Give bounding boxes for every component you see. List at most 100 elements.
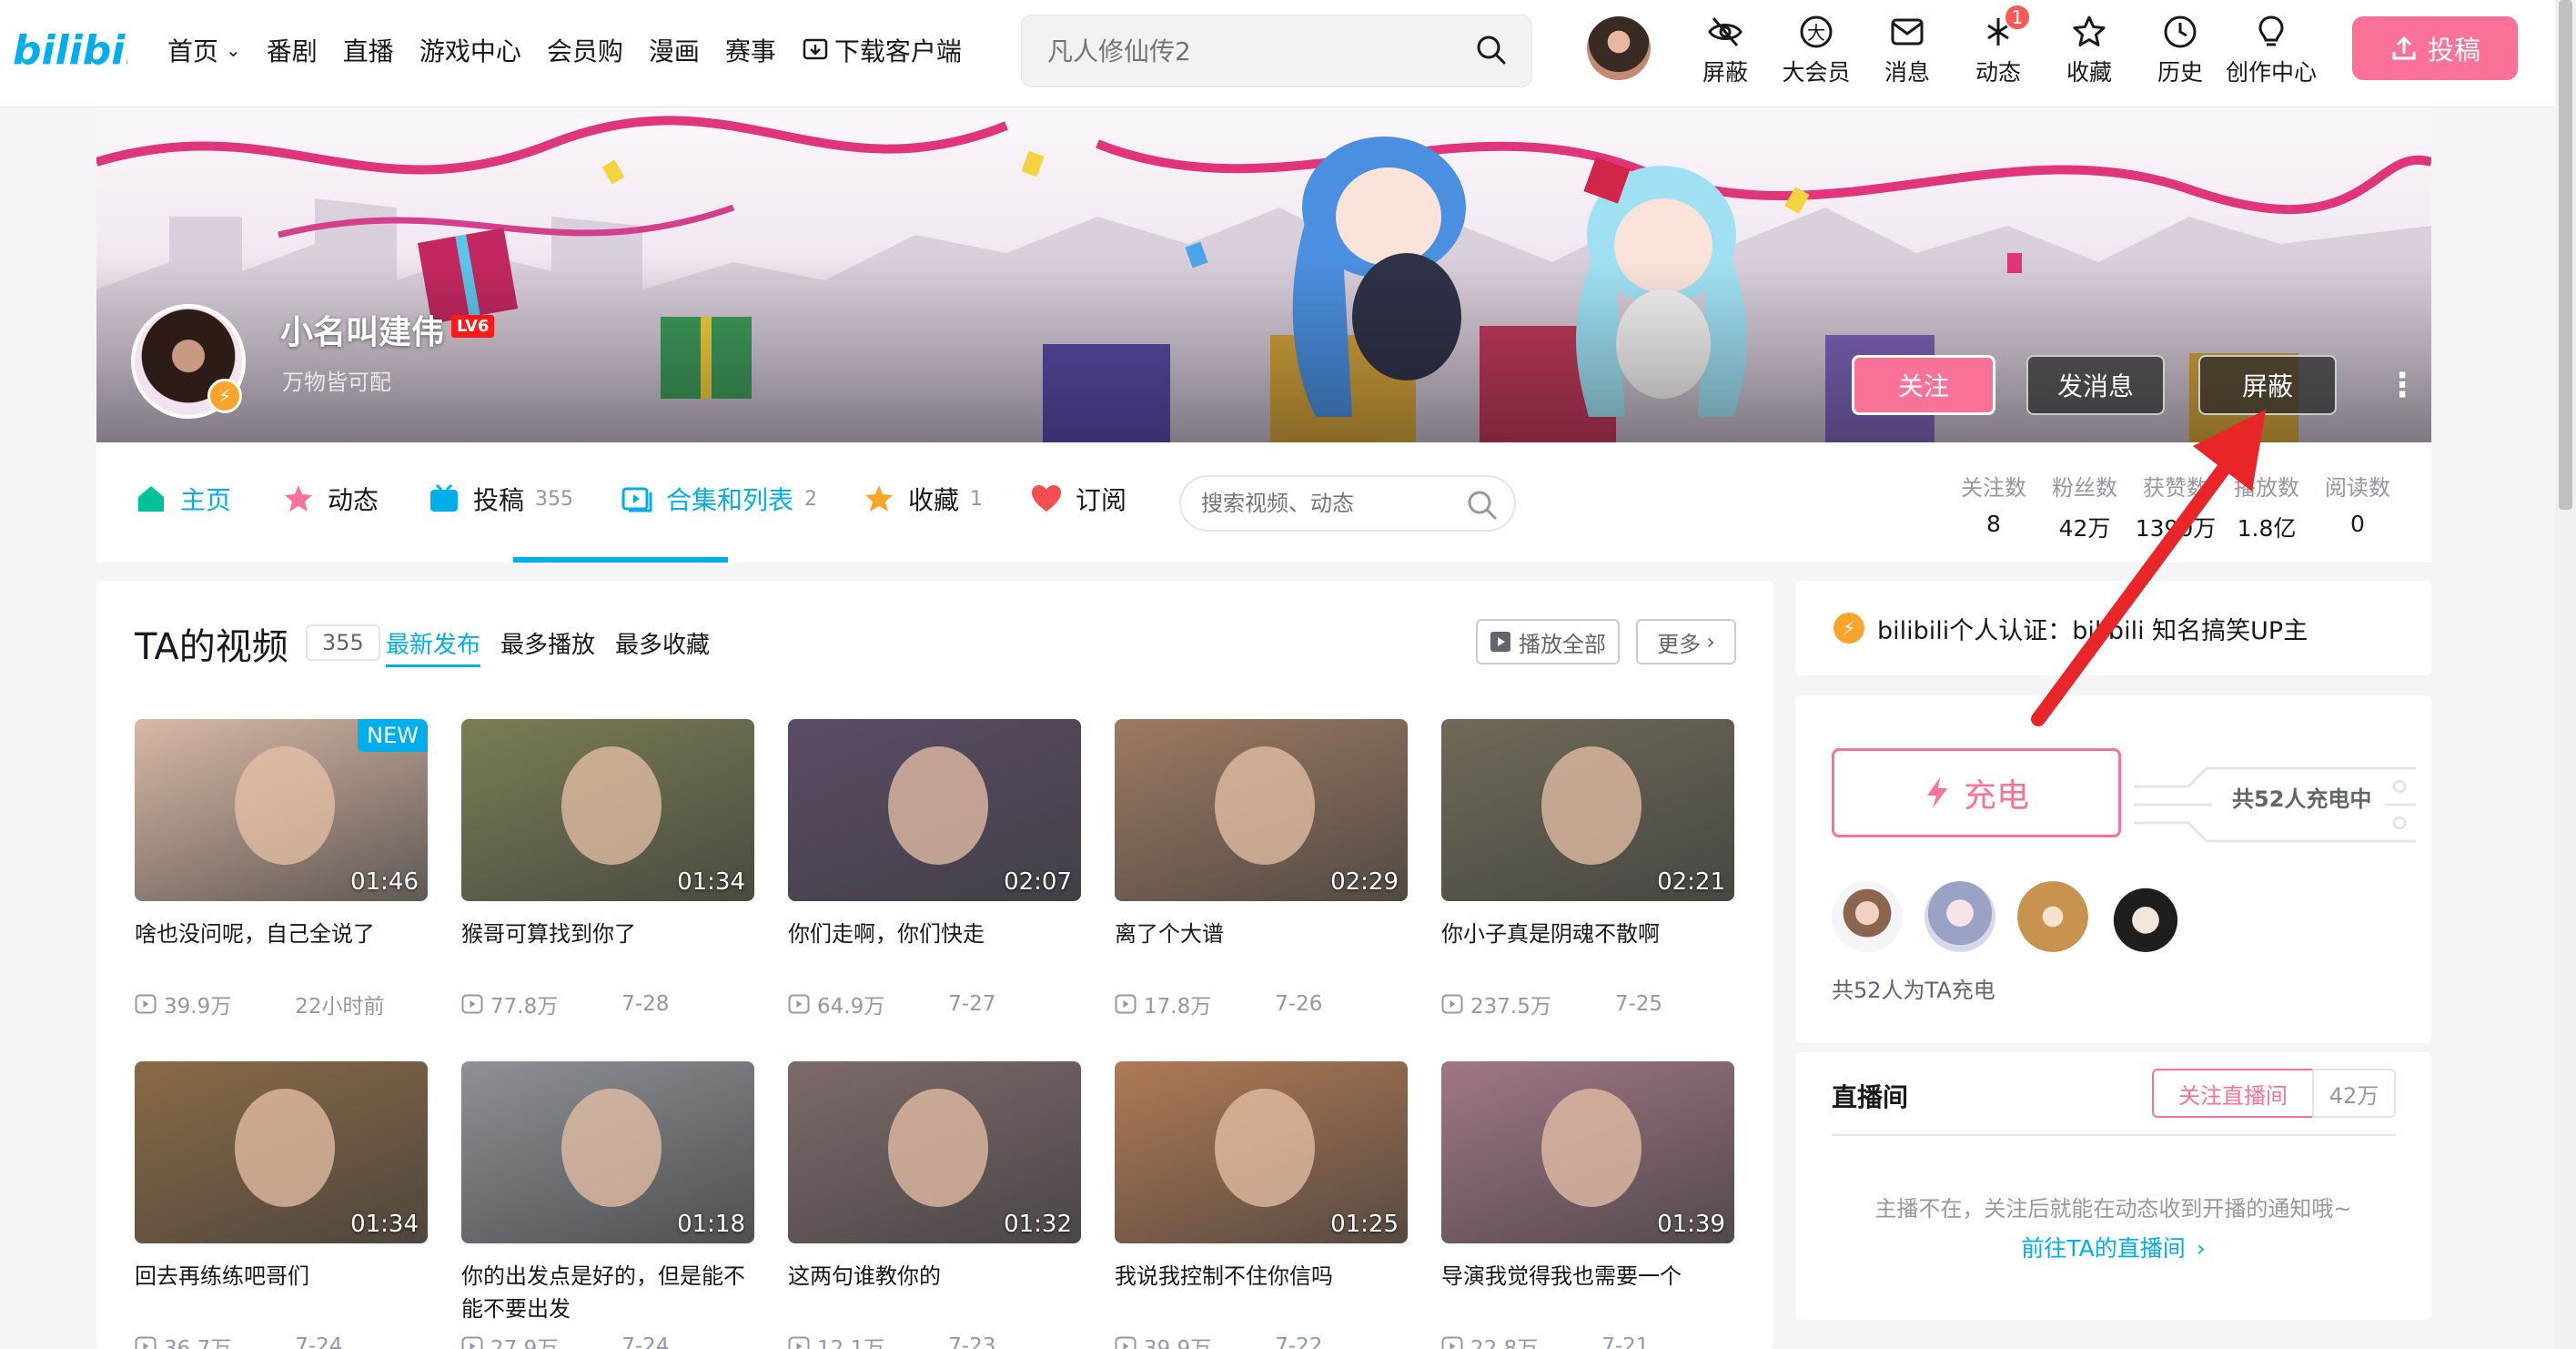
video-thumbnail[interactable]: 02:07 <box>788 719 1081 901</box>
video-date: 7-28 <box>621 992 670 1016</box>
nav-esports[interactable]: 赛事 <box>725 32 776 68</box>
video-card[interactable]: 01:39 导演我觉得我也需要一个 22.8万 7-21 <box>1441 1061 1734 1349</box>
video-card[interactable]: 02:07 你们走啊，你们快走 64.9万 7-27 <box>788 719 1081 1019</box>
nav-dynamic[interactable]: 1 动态 <box>1953 0 2044 100</box>
nav-manga[interactable]: 漫画 <box>649 32 700 68</box>
charger-avatar[interactable] <box>1924 881 1995 952</box>
video-date: 7-27 <box>948 992 996 1016</box>
top-search-input[interactable] <box>1047 36 1448 66</box>
more-videos-button[interactable]: 更多 › <box>1636 619 1736 664</box>
space-search-input[interactable] <box>1201 491 1465 516</box>
video-thumbnail[interactable]: 01:25 <box>1115 1061 1408 1243</box>
nav-mall[interactable]: 会员购 <box>547 32 623 68</box>
heart-icon <box>1032 485 1061 512</box>
sort-newest[interactable]: 最新发布 <box>386 626 480 660</box>
video-duration: 01:46 <box>350 868 419 896</box>
thumbnail-face-shape <box>888 746 988 865</box>
video-card[interactable]: 01:25 我说我控制不住你信吗 39.9万 7-22 <box>1115 1061 1408 1349</box>
chevron-right-icon: › <box>1706 629 1715 654</box>
video-title[interactable]: 我说我控制不住你信吗 <box>1115 1260 1408 1325</box>
bilibili-logo[interactable]: bilibili <box>13 22 127 76</box>
video-title[interactable]: 离了个大谱 <box>1115 918 1408 983</box>
play-count-icon <box>461 1336 483 1349</box>
more-options-icon[interactable]: ⋮ <box>2386 362 2419 408</box>
thumbnail-face-shape <box>561 746 662 865</box>
charger-avatar[interactable] <box>2110 881 2181 952</box>
video-title[interactable]: 你的出发点是好的，但是能不能不要出发 <box>461 1260 754 1325</box>
video-thumbnail[interactable]: 01:34 <box>135 1061 428 1243</box>
nav-anime[interactable]: 番剧 <box>267 32 318 68</box>
video-title[interactable]: 回去再练练吧哥们 <box>135 1260 428 1325</box>
video-title[interactable]: 你们走啊，你们快走 <box>788 918 1081 983</box>
charger-avatar[interactable] <box>2017 881 2088 952</box>
video-card[interactable]: 01:34 回去再练练吧哥们 36.7万 7-24 <box>135 1061 428 1349</box>
video-meta: 237.5万 7-25 <box>1441 989 1734 1019</box>
chevron-down-icon: ⌄ <box>226 39 241 61</box>
active-tab-indicator <box>513 557 728 563</box>
nav-messages[interactable]: 消息 <box>1862 0 1953 100</box>
nav-favorites[interactable]: 收藏 <box>2044 0 2135 100</box>
play-all-button[interactable]: 播放全部 <box>1476 619 1620 664</box>
tab-collections-count: 2 <box>804 487 818 511</box>
videos-title: TA的视频 <box>135 626 288 668</box>
video-card[interactable]: 02:21 你小子真是阴魂不散啊 237.5万 7-25 <box>1441 719 1734 1019</box>
lightning-icon: ⚡ <box>1834 613 1864 644</box>
tab-subscriptions[interactable]: 订阅 <box>1030 481 1126 517</box>
video-meta: 36.7万 7-24 <box>135 1331 428 1349</box>
nav-block-label: 屏蔽 <box>1702 59 1748 86</box>
page-scrollbar-thumb[interactable] <box>2559 0 2572 510</box>
video-thumbnail[interactable]: 01:18 <box>461 1061 754 1243</box>
go-to-live-room-label: 前往TA的直播间 <box>2021 1235 2186 1262</box>
tab-favorites[interactable]: 收藏 1 <box>863 481 983 517</box>
search-icon[interactable] <box>1465 488 1500 522</box>
charger-avatar[interactable] <box>1832 881 1903 952</box>
video-card[interactable]: 01:18 你的出发点是好的，但是能不能不要出发 27.9万 7-24 <box>461 1061 754 1349</box>
go-to-live-room-link[interactable]: 前往TA的直播间 › <box>1795 1231 2431 1263</box>
video-card[interactable]: NEW 01:46 啥也没问呢，自己全说了 39.9万 22小时前 <box>135 719 428 1019</box>
nav-live[interactable]: 直播 <box>343 32 394 68</box>
video-title[interactable]: 你小子真是阴魂不散啊 <box>1441 918 1734 983</box>
video-views: 77.8万 <box>490 995 559 1019</box>
tab-dynamic[interactable]: 动态 <box>282 481 379 517</box>
video-card[interactable]: 01:34 猴哥可算找到你了 77.8万 7-28 <box>461 719 754 1019</box>
video-title[interactable]: 猴哥可算找到你了 <box>461 918 754 983</box>
sort-most-played[interactable]: 最多播放 <box>500 626 595 660</box>
video-thumbnail[interactable]: 01:39 <box>1441 1061 1734 1243</box>
nav-creator-center[interactable]: 创作中心 <box>2226 0 2317 100</box>
sort-active-indicator <box>386 664 480 667</box>
top-search-bar <box>1021 15 1532 87</box>
video-title[interactable]: 这两句谁教你的 <box>788 1260 1081 1325</box>
profile-signature: 万物皆可配 <box>282 370 391 395</box>
nav-block[interactable]: 屏蔽 <box>1680 0 1771 100</box>
upload-button[interactable]: 投稿 <box>2352 16 2518 80</box>
profile-banner: ⚡ 小名叫建伟 LV6 万物皆可配 关注 发消息 屏蔽 ⋮ <box>96 107 2431 442</box>
nav-vip[interactable]: 大 大会员 <box>1771 0 1862 100</box>
nav-game-center[interactable]: 游戏中心 <box>419 32 521 68</box>
sort-most-favorited[interactable]: 最多收藏 <box>615 626 710 660</box>
video-title[interactable]: 导演我觉得我也需要一个 <box>1441 1260 1734 1325</box>
video-card[interactable]: 02:29 离了个大谱 17.8万 7-26 <box>1115 719 1408 1019</box>
search-icon[interactable] <box>1473 32 1510 68</box>
video-thumbnail[interactable]: 02:21 <box>1441 719 1734 901</box>
tab-favorites-count: 1 <box>970 487 984 511</box>
video-title[interactable]: 啥也没问呢，自己全说了 <box>135 918 428 983</box>
playlist-icon <box>621 487 652 512</box>
video-thumbnail[interactable]: NEW 01:46 <box>135 719 428 901</box>
nav-download-client[interactable]: 下载客户端 <box>802 32 962 68</box>
video-thumbnail[interactable]: 01:32 <box>788 1061 1081 1243</box>
tab-home[interactable]: 主页 <box>135 481 231 517</box>
user-avatar[interactable] <box>1587 16 1651 80</box>
video-card[interactable]: 01:32 这两句谁教你的 12.1万 7-23 <box>788 1061 1081 1349</box>
charge-button[interactable]: 充电 <box>1832 748 2121 837</box>
nav-home[interactable]: 首页 ⌄ <box>167 32 241 68</box>
video-views: 39.9万 <box>164 995 232 1019</box>
nav-history[interactable]: 历史 <box>2135 0 2226 100</box>
bulb-icon <box>2258 15 2284 46</box>
video-thumbnail[interactable]: 01:34 <box>461 719 754 901</box>
tab-uploads[interactable]: 投稿 355 <box>428 481 573 517</box>
videos-panel: TA的视频 355 最新发布 最多播放 最多收藏 播放全部 更多 › NEW 01:… <box>96 581 1773 1349</box>
video-thumbnail[interactable]: 02:29 <box>1115 719 1408 901</box>
follow-live-button[interactable]: 关注直播间 <box>2152 1069 2314 1118</box>
follow-button[interactable]: 关注 <box>1852 355 1995 415</box>
tab-collections[interactable]: 合集和列表 2 <box>621 481 817 517</box>
